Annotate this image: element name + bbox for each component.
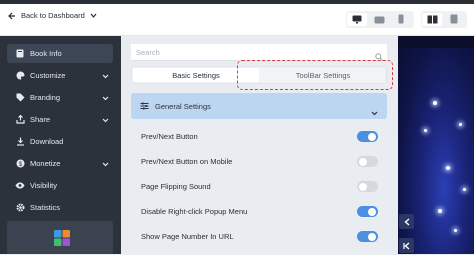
single-page-view-button[interactable]	[444, 13, 464, 26]
page-number-url-toggle[interactable]	[357, 231, 378, 242]
sparkle	[459, 123, 462, 126]
prev-next-toggle[interactable]	[357, 131, 378, 142]
dollar-icon: $	[15, 159, 25, 169]
sparkle	[454, 229, 457, 232]
sidebar-item-book-info[interactable]: Book Info	[7, 44, 113, 63]
chevron-down-icon	[102, 94, 109, 103]
first-page-button[interactable]	[399, 238, 414, 253]
tablet-view-button[interactable]	[369, 13, 389, 26]
app-promo-card[interactable]	[7, 221, 113, 254]
gear-icon	[15, 203, 25, 213]
flipping-sound-toggle[interactable]	[357, 181, 378, 192]
setting-row-prev-next-mobile: Prev/Next Button on Mobile	[131, 153, 387, 173]
tablet-landscape-icon	[374, 11, 385, 29]
sidebar-item-statistics[interactable]: Statistics	[7, 198, 113, 217]
book-icon	[15, 49, 25, 59]
share-icon	[15, 115, 25, 125]
sidebar-item-share[interactable]: Share	[7, 110, 113, 129]
sidebar-item-label: Monetize	[30, 159, 61, 168]
sparkle	[438, 209, 442, 213]
setting-row-page-number-url: Show Page Number In URL	[131, 228, 387, 248]
sidebar-item-label: Book Info	[30, 49, 62, 58]
back-to-dashboard-button[interactable]: Back to Dashboard	[8, 11, 97, 20]
setting-label: Prev/Next Button	[141, 132, 198, 141]
chevron-left-icon	[403, 213, 410, 231]
annotation-highlight-box	[237, 60, 393, 90]
setting-label: Page Flipping Sound	[141, 182, 211, 191]
chevron-down-icon	[90, 12, 97, 19]
double-page-view-button[interactable]	[422, 13, 442, 26]
setting-row-prev-next: Prev/Next Button	[131, 128, 387, 148]
sidebar: Book Info Customize Branding Share Downl…	[0, 36, 121, 254]
search-box	[131, 44, 387, 61]
prev-next-mobile-toggle[interactable]	[357, 156, 378, 167]
top-strip	[0, 0, 474, 4]
tag-icon	[15, 93, 25, 103]
setting-label: Show Page Number In URL	[141, 232, 234, 241]
mobile-icon	[398, 11, 404, 29]
sidebar-item-monetize[interactable]: $ Monetize	[7, 154, 113, 173]
page-view-switcher	[421, 11, 467, 28]
app-logo-icon	[54, 230, 70, 246]
sidebar-item-label: Branding	[30, 93, 61, 102]
sidebar-item-branding[interactable]: Branding	[7, 88, 113, 107]
back-label: Back to Dashboard	[21, 11, 85, 20]
sparkle	[463, 188, 466, 191]
chevron-down-icon	[102, 116, 109, 125]
sidebar-item-label: Download	[30, 137, 64, 146]
sparkle	[433, 101, 437, 105]
sparkle	[424, 129, 427, 132]
chevron-down-icon	[371, 103, 378, 121]
desktop-icon	[352, 11, 362, 29]
top-bar: Back to Dashboard	[0, 0, 474, 36]
desktop-view-button[interactable]	[347, 13, 367, 26]
first-page-icon	[403, 237, 410, 255]
sidebar-item-customize[interactable]: Customize	[7, 66, 113, 85]
setting-row-disable-right-click: Disable Right-click Popup Menu	[131, 203, 387, 223]
setting-label: Prev/Next Button on Mobile	[141, 157, 233, 166]
search-input[interactable]	[136, 46, 366, 58]
sparkle	[446, 166, 450, 170]
settings-panel: Basic Settings ToolBar Settings General …	[121, 36, 398, 254]
prev-page-button[interactable]	[399, 214, 414, 229]
device-switcher	[346, 11, 414, 28]
sliders-icon	[140, 97, 149, 115]
arrow-left-icon	[8, 12, 16, 20]
sidebar-item-download[interactable]: Download	[7, 132, 113, 151]
two-page-spread-icon	[427, 11, 438, 29]
eye-icon	[15, 181, 25, 191]
sidebar-item-label: Customize	[30, 71, 66, 80]
sidebar-item-label: Statistics	[30, 203, 61, 212]
palette-icon	[15, 71, 25, 81]
sidebar-item-label: Visibility	[30, 181, 57, 190]
setting-label: Disable Right-click Popup Menu	[141, 207, 248, 216]
sidebar-item-visibility[interactable]: Visibility	[7, 176, 113, 195]
chevron-down-icon	[102, 160, 109, 169]
preview-top-band	[398, 36, 474, 48]
single-page-icon	[450, 11, 458, 29]
section-title: General Settings	[155, 101, 211, 111]
chevron-down-icon	[102, 72, 109, 81]
mobile-view-button[interactable]	[391, 13, 411, 26]
general-settings-header[interactable]: General Settings	[131, 93, 387, 119]
setting-row-flipping-sound: Page Flipping Sound	[131, 178, 387, 198]
sidebar-item-label: Share	[30, 115, 51, 124]
disable-right-click-toggle[interactable]	[357, 206, 378, 217]
download-icon	[15, 137, 25, 147]
